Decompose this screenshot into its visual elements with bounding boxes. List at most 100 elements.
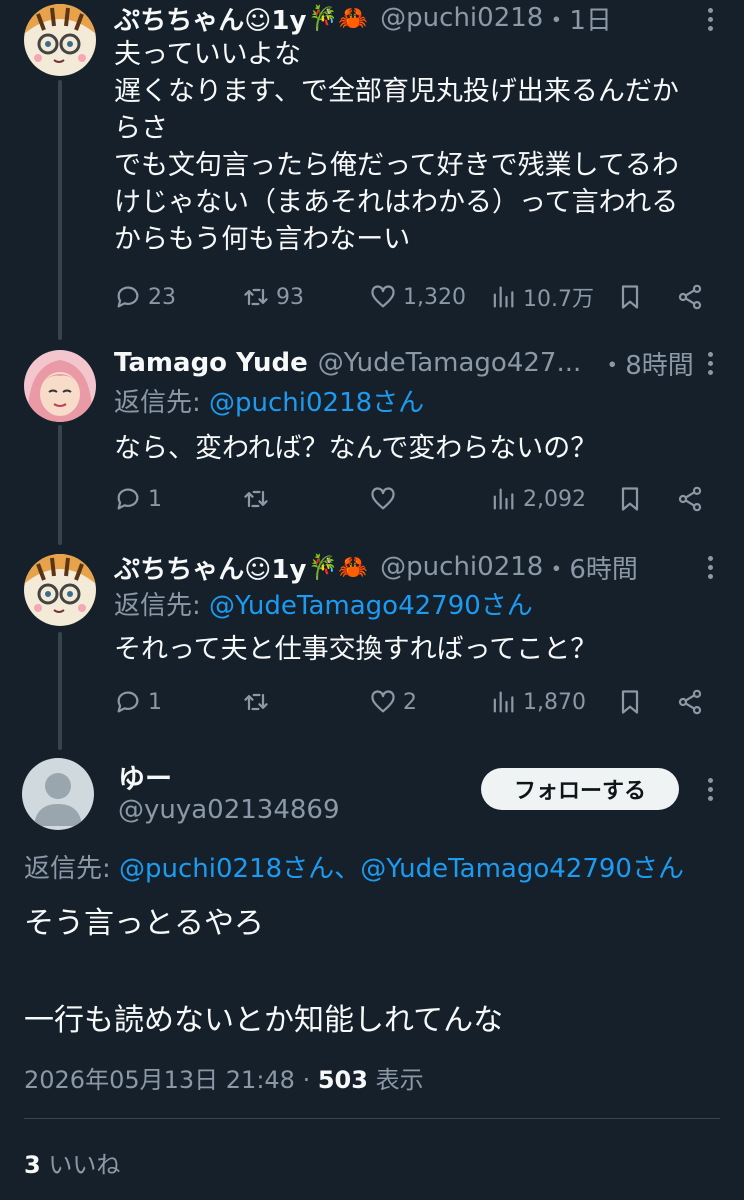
handle[interactable]: @YudeTamago427... [318,348,581,378]
timestamp[interactable]: 2026年05月13日 21:48 [24,1066,295,1094]
tweet-line: でも文句言ったら俺だって好きで残業してるわ [114,150,679,181]
bookmark-icon [621,487,639,511]
reply-to-line: 返信先: @puchi0218さん、@YudeTamago42790さん [24,848,684,885]
mention-link[interactable]: @YudeTamago42790さん [360,854,684,884]
like-button[interactable]: 1,320 [369,277,466,317]
retweet-button[interactable] [242,682,276,722]
handle[interactable]: @puchi0218 [380,3,543,33]
heart-icon [371,487,395,510]
meta-separator: · [294,1066,318,1094]
avatar-puchi[interactable] [24,4,96,76]
retweet-button[interactable] [242,479,276,519]
tweet-body: 返信先: @puchi0218さん なら、変われば？なんで変わらないの？ [114,385,724,467]
display-name[interactable]: ぷちちゃん☺1y [114,0,306,37]
bookmark-button[interactable] [616,479,644,519]
mention-link[interactable]: @YudeTamago42790さん [209,591,533,621]
reply-button[interactable]: 1 [114,479,162,519]
reply-to-label: 返信先: [114,591,210,621]
handle[interactable]: @yuya02134869 [118,795,340,825]
reply-icon [117,488,139,510]
timestamp[interactable]: ・6時間 [543,549,638,586]
reply-to-line: 返信先: @puchi0218さん [114,385,724,422]
share-icon [678,284,702,310]
reply-icon [117,286,139,308]
tweet-text: それって夫と仕事交換すればってこと？ [114,634,598,665]
more-options-icon[interactable] [700,4,720,34]
name-emojis: 🎋🦀 [308,553,369,581]
views-icon [493,691,514,713]
view-count: 1,870 [523,689,586,715]
tweet-body: 返信先: @YudeTamago42790さん それって夫と仕事交換すればってこ… [114,588,724,668]
tweet-text-line-2: 一行も読めないとか知能しれてんな [24,1003,504,1038]
like-count: 1,320 [403,284,466,310]
thread-line [58,80,62,340]
thread-line [58,425,62,545]
share-icon [678,486,702,512]
reply-button[interactable]: 1 [114,682,162,722]
like-button[interactable] [369,479,403,519]
reply-count: 1 [148,689,162,715]
follow-button[interactable]: フォローする [481,768,679,810]
share-button[interactable] [676,479,704,519]
tweet-line: からもう何も言わなーい [114,224,411,255]
tweet-actions: 23 93 1,320 10.7万 [114,277,714,317]
heart-icon [371,285,395,308]
reply-count: 1 [148,486,162,512]
tweet-thread-page: ぷちちゃん☺1y 🎋🦀 @puchi0218 ・1日 夫っていいよな 遅くなりま… [0,0,744,1200]
display-name[interactable]: Tamago Yude [114,348,308,378]
handle[interactable]: @puchi0218 [380,552,543,582]
bookmark-button[interactable] [616,277,644,317]
avatar-puchi[interactable] [24,554,96,626]
tweet-text: 夫っていいよな 遅くなります、で全部育児丸投げ出来るんだか らさ でも文句言った… [114,36,724,258]
views-button[interactable]: 2,092 [489,479,586,519]
retweet-button[interactable]: 93 [242,277,304,317]
more-options-icon[interactable] [700,774,720,804]
more-options-icon[interactable] [700,348,720,378]
tweet-meta: 2026年05月13日 21:48 · 503 表示 [24,1060,424,1095]
avatar-tamago[interactable] [24,350,96,422]
share-icon [678,689,702,715]
views-button[interactable]: 1,870 [489,682,586,722]
reply-icon [117,691,139,713]
retweet-icon [244,693,268,711]
retweet-count: 93 [276,284,304,310]
mention-link[interactable]: @puchi0218さん [209,388,424,418]
like-button[interactable]: 2 [369,682,417,722]
tweet-actions: 1 2,092 [114,479,714,519]
view-count: 2,092 [523,486,586,512]
views-icon [493,286,514,308]
tweet-actions: 1 2 1,870 [114,682,714,722]
likes-summary[interactable]: 3 いいね [24,1145,120,1180]
avatar-default[interactable] [22,758,94,830]
mention-separator: 、 [334,854,361,884]
views-label: 表示 [367,1066,424,1094]
mention-link[interactable]: @puchi0218さん [119,854,334,884]
share-button[interactable] [676,277,704,317]
view-count: 10.7万 [523,287,594,312]
tweet-header: ぷちちゃん☺1y 🎋🦀 @puchi0218 ・6時間 [114,549,638,585]
display-name[interactable]: ゆー [118,757,172,796]
display-name[interactable]: ぷちちゃん☺1y [114,549,306,586]
timestamp[interactable]: ・8時間 [599,345,694,382]
tweet-header: ぷちちゃん☺1y 🎋🦀 @puchi0218 ・1日 [114,0,612,36]
reply-button[interactable]: 23 [114,277,176,317]
reply-count: 23 [148,284,176,310]
like-count: 2 [403,689,417,715]
reply-to-label: 返信先: [114,388,210,418]
thread-line [58,632,62,750]
reply-to-label: 返信先: [24,854,120,884]
views-count: 503 [317,1066,368,1094]
share-button[interactable] [676,682,704,722]
likes-label: いいね [40,1151,121,1179]
tweet-line: けじゃない（まあそれはわかる）って言われる [114,187,679,218]
name-emojis: 🎋🦀 [308,4,369,32]
tweet-text: なら、変われば？なんで変わらないの？ [114,433,598,464]
heart-icon [371,690,395,713]
timestamp[interactable]: ・1日 [543,0,612,37]
more-options-icon[interactable] [700,552,720,582]
tweet-line: 夫っていいよな [114,39,302,70]
views-button[interactable]: 10.7万 [489,277,594,317]
bookmark-button[interactable] [616,682,644,722]
divider [24,1118,720,1119]
tweet-text-line-1: そう言っとるやろ [24,906,264,941]
